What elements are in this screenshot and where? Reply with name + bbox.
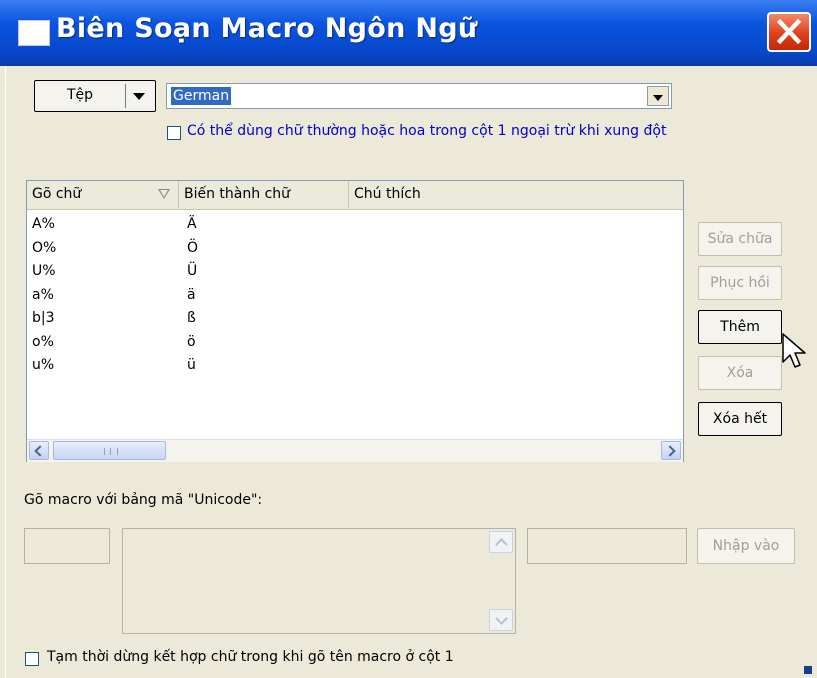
cell-input: a% [32,286,54,303]
macro-code-field[interactable] [24,528,110,564]
add-button[interactable]: Thêm [698,310,782,344]
column-header-output[interactable]: Biến thành chữ [179,181,349,208]
case-insensitive-label[interactable]: Có thể dùng chữ thường hoặc hoa trong cộ… [187,123,666,139]
close-icon [776,18,802,45]
language-select[interactable]: German [166,83,672,109]
restore-button[interactable]: Phục hồi [698,266,782,300]
scroll-right-icon[interactable] [661,441,681,460]
pause-combine-label[interactable]: Tạm thời dừng kết hợp chữ trong khi gõ t… [47,649,454,665]
column-header-input[interactable]: Gõ chữ [27,181,179,208]
window-icon [18,20,50,46]
grip-icon [104,448,118,455]
delete-all-button[interactable]: Xóa hết [698,402,782,436]
column-header-note-label: Chú thích [354,186,421,202]
cell-output: ä [187,286,196,303]
cell-input: o% [32,333,54,350]
pause-combine-checkbox[interactable] [25,652,39,666]
table-row[interactable]: b|3 ß [27,307,683,331]
scroll-up-icon[interactable] [489,531,513,553]
file-menu-button[interactable]: Tệp [34,80,156,112]
table-row[interactable]: a% ä [27,284,683,308]
cell-input: O% [32,239,57,256]
mouse-pointer-icon [782,333,806,368]
macro-output-field[interactable] [527,528,687,564]
cell-output: Ä [187,216,197,232]
delete-button[interactable]: Xóa [698,356,782,390]
table-row[interactable]: o% ö [27,331,683,355]
sort-icon [158,189,170,199]
cell-input: b|3 [32,310,55,326]
scroll-down-icon[interactable] [489,609,513,631]
unicode-group-label: Gõ macro với bảng mã "Unicode": [24,492,263,508]
table-row[interactable]: A% Ä [27,213,683,237]
chevron-down-icon [653,95,663,101]
column-header-input-label: Gõ chữ [32,186,82,202]
cell-input: u% [32,357,55,373]
cell-input: A% [32,216,55,232]
cell-output: Ü [187,263,198,279]
title-bar[interactable]: Biên Soạn Macro Ngôn Ngữ [0,0,817,66]
window-title: Biên Soạn Macro Ngôn Ngữ [56,13,478,44]
resize-grip-icon[interactable] [804,666,812,674]
table-row[interactable]: U% Ü [27,260,683,284]
cell-output: ü [187,357,196,373]
file-menu-separator [125,84,126,108]
scroll-left-icon[interactable] [29,441,49,460]
macro-text-area[interactable] [122,528,516,634]
table-row[interactable]: u% ü [27,354,683,378]
column-header-note[interactable]: Chú thích [349,181,683,208]
table-row[interactable]: O% Ö [27,237,683,261]
cell-output: Ö [187,239,199,256]
case-insensitive-checkbox[interactable] [167,126,181,140]
edit-button[interactable]: Sửa chữa [698,222,782,256]
cell-output: ß [187,310,196,326]
horizontal-scrollbar[interactable] [27,439,683,462]
macro-table[interactable]: Gõ chữ Biến thành chữ Chú thích A% Ä O% Ö … [26,180,684,462]
language-select-value: German [171,87,232,105]
language-dropdown-button[interactable] [647,86,669,106]
scrollbar-thumb[interactable] [53,441,166,460]
column-header-output-label: Biến thành chữ [184,186,291,202]
cell-input: U% [32,263,56,279]
chevron-down-icon [133,93,145,100]
close-button[interactable] [767,12,811,52]
import-button[interactable]: Nhập vào [697,528,795,564]
file-menu-label: Tệp [66,87,94,103]
cell-output: ö [187,333,196,350]
table-body: A% Ä O% Ö U% Ü a% ä b|3 ß o% ö u% ü [27,213,683,378]
table-header: Gõ chữ Biến thành chữ Chú thích [27,181,683,210]
